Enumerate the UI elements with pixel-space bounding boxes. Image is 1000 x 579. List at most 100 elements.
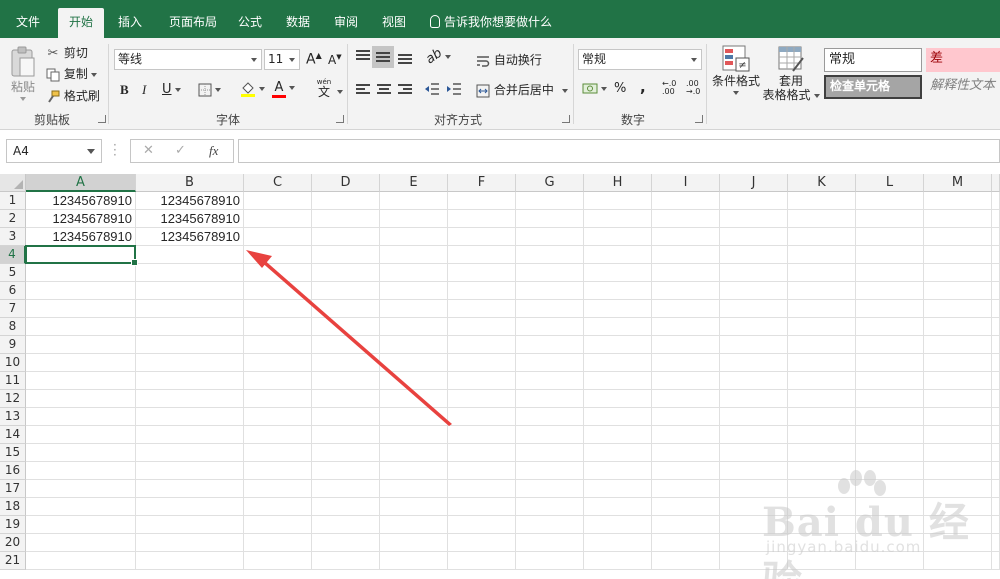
cell-h7[interactable] <box>584 300 652 318</box>
cell-i12[interactable] <box>652 390 720 408</box>
cell-f19[interactable] <box>448 516 516 534</box>
cell-c13[interactable] <box>244 408 312 426</box>
cell-a15[interactable] <box>26 444 136 462</box>
percent-style-button[interactable]: % <box>614 81 626 96</box>
align-left-icon[interactable] <box>356 84 370 96</box>
cell-j13[interactable] <box>720 408 788 426</box>
comma-style-button[interactable]: , <box>640 78 646 96</box>
cell-d13[interactable] <box>312 408 380 426</box>
cell-g9[interactable] <box>516 336 584 354</box>
increase-indent-button[interactable] <box>446 81 462 96</box>
cell-m16[interactable] <box>924 462 992 480</box>
increase-decimal-button[interactable]: ←.0.00 <box>662 80 676 96</box>
cell-b18[interactable] <box>136 498 244 516</box>
cell-d19[interactable] <box>312 516 380 534</box>
cell-f12[interactable] <box>448 390 516 408</box>
cell-f17[interactable] <box>448 480 516 498</box>
cell-f20[interactable] <box>448 534 516 552</box>
cell-l4[interactable] <box>856 246 924 264</box>
row-header-11[interactable]: 11 <box>0 372 26 390</box>
cell-e13[interactable] <box>380 408 448 426</box>
cell-m17[interactable] <box>924 480 992 498</box>
cell-a10[interactable] <box>26 354 136 372</box>
cell-j17[interactable] <box>720 480 788 498</box>
cell-m19[interactable] <box>924 516 992 534</box>
cell-j10[interactable] <box>720 354 788 372</box>
cell-b10[interactable] <box>136 354 244 372</box>
cell-f13[interactable] <box>448 408 516 426</box>
cell-b17[interactable] <box>136 480 244 498</box>
cell-e4[interactable] <box>380 246 448 264</box>
cell-e20[interactable] <box>380 534 448 552</box>
cell-m20[interactable] <box>924 534 992 552</box>
cell-i5[interactable] <box>652 264 720 282</box>
cell-f4[interactable] <box>448 246 516 264</box>
cell-a9[interactable] <box>26 336 136 354</box>
cell-l17[interactable] <box>856 480 924 498</box>
cell-l16[interactable] <box>856 462 924 480</box>
cell-e12[interactable] <box>380 390 448 408</box>
cell-i10[interactable] <box>652 354 720 372</box>
cell-l13[interactable] <box>856 408 924 426</box>
cell-g11[interactable] <box>516 372 584 390</box>
cell-a17[interactable] <box>26 480 136 498</box>
cell-i11[interactable] <box>652 372 720 390</box>
cell-c15[interactable] <box>244 444 312 462</box>
shrink-font-button[interactable]: A▼ <box>328 53 342 67</box>
cell-c3[interactable] <box>244 228 312 246</box>
cell-d5[interactable] <box>312 264 380 282</box>
cell-k20[interactable] <box>788 534 856 552</box>
number-format-select[interactable]: 常规 <box>578 49 702 70</box>
tab-view[interactable]: 视图 <box>374 8 414 38</box>
cell-l1[interactable] <box>856 192 924 210</box>
alignment-dialog-launcher-icon[interactable] <box>562 115 570 123</box>
cell-h18[interactable] <box>584 498 652 516</box>
cell-a4[interactable] <box>26 246 136 264</box>
cell-h1[interactable] <box>584 192 652 210</box>
cell-f6[interactable] <box>448 282 516 300</box>
cell-k19[interactable] <box>788 516 856 534</box>
cell-h4[interactable] <box>584 246 652 264</box>
cell-k3[interactable] <box>788 228 856 246</box>
cell-k1[interactable] <box>788 192 856 210</box>
clipboard-dialog-launcher-icon[interactable] <box>98 115 106 123</box>
cell-c20[interactable] <box>244 534 312 552</box>
cell-b6[interactable] <box>136 282 244 300</box>
cell-e15[interactable] <box>380 444 448 462</box>
cell-k21[interactable] <box>788 552 856 570</box>
cell-j20[interactable] <box>720 534 788 552</box>
row-header-4[interactable]: 4 <box>0 246 26 264</box>
row-header-8[interactable]: 8 <box>0 318 26 336</box>
cell-i2[interactable] <box>652 210 720 228</box>
phonetic-guide-button[interactable]: wén 文 <box>314 78 334 99</box>
cell-a6[interactable] <box>26 282 136 300</box>
cell-i17[interactable] <box>652 480 720 498</box>
cell-c17[interactable] <box>244 480 312 498</box>
cell-h14[interactable] <box>584 426 652 444</box>
column-header-j[interactable]: J <box>720 174 788 192</box>
cell-l21[interactable] <box>856 552 924 570</box>
cell-m18[interactable] <box>924 498 992 516</box>
cell-l8[interactable] <box>856 318 924 336</box>
cell-e10[interactable] <box>380 354 448 372</box>
cell-j9[interactable] <box>720 336 788 354</box>
cell-e11[interactable] <box>380 372 448 390</box>
cell-f18[interactable] <box>448 498 516 516</box>
cell-h2[interactable] <box>584 210 652 228</box>
italic-button[interactable]: I <box>142 82 146 98</box>
cell-h20[interactable] <box>584 534 652 552</box>
cell-d10[interactable] <box>312 354 380 372</box>
cell-i21[interactable] <box>652 552 720 570</box>
tab-insert[interactable]: 插入 <box>110 8 150 38</box>
font-size-select[interactable]: 11 <box>264 49 300 70</box>
name-box[interactable]: A4 <box>6 139 102 163</box>
cell-k7[interactable] <box>788 300 856 318</box>
cell-m8[interactable] <box>924 318 992 336</box>
cell-i3[interactable] <box>652 228 720 246</box>
cell-g10[interactable] <box>516 354 584 372</box>
cell-e8[interactable] <box>380 318 448 336</box>
cell-e17[interactable] <box>380 480 448 498</box>
cell-i6[interactable] <box>652 282 720 300</box>
cell-h8[interactable] <box>584 318 652 336</box>
cell-c16[interactable] <box>244 462 312 480</box>
